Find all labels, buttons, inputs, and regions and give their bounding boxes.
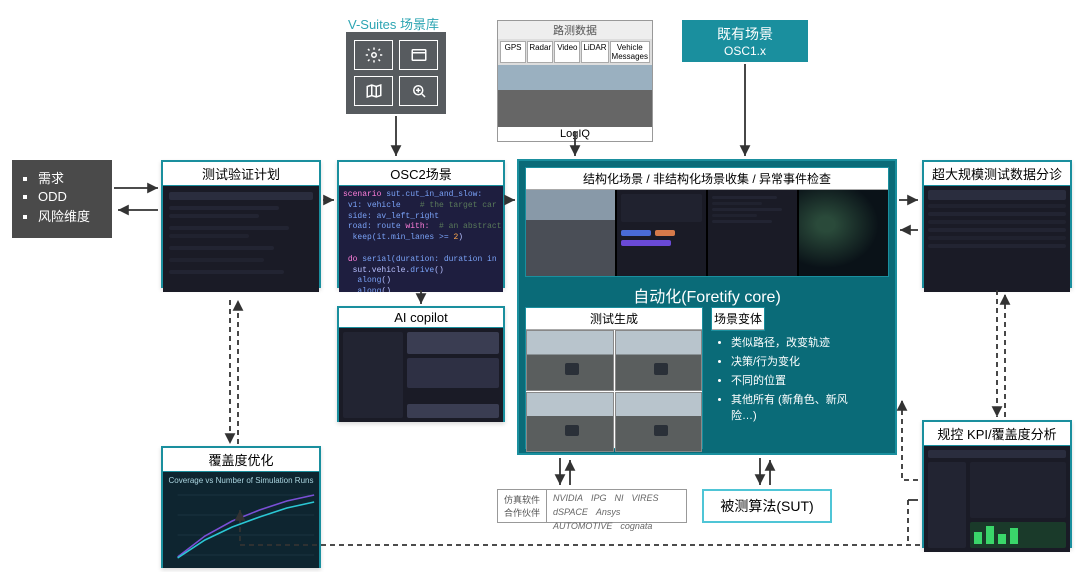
scenario-card-icon <box>399 40 438 70</box>
road-sensor-gps-button[interactable]: GPS <box>500 41 526 63</box>
partners-label: 仿真软件 合作伙伴 <box>498 490 547 522</box>
triage-title: 超大规模测试数据分诊 <box>924 162 1070 186</box>
sim-frame <box>526 392 614 453</box>
simulation-partners-panel: 仿真软件 合作伙伴 NVIDIA IPG NI VIRES dSPACE Ans… <box>497 489 687 523</box>
osc2-title: OSC2场景 <box>339 162 503 186</box>
variant-item: 其他所有 (新角色、新风险…) <box>731 391 871 423</box>
test-plan-panel: 测试验证计划 <box>161 160 321 288</box>
existing-scenario-line1: 既有场景 <box>717 24 773 44</box>
sut-label: 被测算法(SUT) <box>720 496 813 516</box>
road-sensor-vehiclemsg-button[interactable]: Vehicle Messages <box>610 41 650 63</box>
test-plan-title: 测试验证计划 <box>163 162 319 186</box>
variants-title: 场景变体 <box>712 308 764 330</box>
triage-screenshot <box>924 186 1070 292</box>
structured-road-view <box>526 190 615 276</box>
partner-logo: NVIDIA <box>553 493 583 503</box>
sim-frame <box>615 330 703 391</box>
test-generation-panel: 测试生成 <box>525 307 703 449</box>
coverage-chart: Coverage vs Number of Simulation Runs <box>163 472 319 568</box>
ai-copilot-screenshot <box>339 328 503 422</box>
scenario-library-label: V-Suites 场景库 <box>348 14 439 33</box>
structured-sim-view <box>799 190 888 276</box>
road-data-title: 路测数据 <box>498 21 652 39</box>
gear-icon <box>354 40 393 70</box>
road-sensor-video-button[interactable]: Video <box>554 41 580 63</box>
scenario-library-panel <box>346 32 446 114</box>
partner-logo: NI <box>615 493 624 503</box>
existing-scenario-line2: OSC1.x <box>724 44 766 58</box>
road-data-thumbnail <box>498 65 652 127</box>
partners-logos: NVIDIA IPG NI VIRES dSPACE Ansys AUTOMOT… <box>547 490 686 522</box>
sim-frame <box>615 392 703 453</box>
existing-scenario-box: 既有场景 OSC1.x <box>682 20 808 62</box>
foretify-core: 结构化场景 / 非结构化场景收集 / 异常事件检查 自动化(Foretify c… <box>517 159 897 455</box>
variant-item: 不同的位置 <box>731 372 871 388</box>
triage-panel: 超大规模测试数据分诊 <box>922 160 1072 288</box>
input-requirements-box: 需求 ODD 风险维度 <box>12 160 112 238</box>
partner-logo: VIRES <box>632 493 659 503</box>
road-sensor-radar-button[interactable]: Radar <box>527 41 553 63</box>
sim-frame <box>526 330 614 391</box>
variant-item: 类似路径，改变轨迹 <box>731 334 871 350</box>
analysis-icon <box>399 76 438 106</box>
structured-scenario-title: 结构化场景 / 非结构化场景收集 / 异常事件检查 <box>526 168 888 190</box>
ai-copilot-panel: AI copilot <box>337 306 505 422</box>
sut-box: 被测算法(SUT) <box>702 489 832 523</box>
osc2-scenario-panel: OSC2场景 scenario sut.cut_in_and_slow: v1:… <box>337 160 505 288</box>
road-data-footer: LogIQ <box>498 127 652 141</box>
test-plan-screenshot <box>163 186 319 292</box>
road-data-sensor-buttons: GPS Radar Video LiDAR Vehicle Messages <box>498 39 652 65</box>
structured-code-view <box>708 190 797 276</box>
input-item: ODD <box>38 189 98 204</box>
partner-logo: IPG <box>591 493 607 503</box>
coverage-chart-inner-title: Coverage vs Number of Simulation Runs <box>163 472 319 485</box>
map-icon <box>354 76 393 106</box>
structured-scenario-body <box>526 190 888 276</box>
variant-item: 决策/行为变化 <box>731 353 871 369</box>
coverage-opt-title: 覆盖度优化 <box>163 448 319 472</box>
kpi-title: 规控 KPI/覆盖度分析 <box>924 422 1070 446</box>
structured-scenario-panel: 结构化场景 / 非结构化场景收集 / 异常事件检查 <box>525 167 889 277</box>
input-item: 需求 <box>38 168 98 187</box>
partner-logo: Ansys <box>596 507 621 517</box>
road-data-panel: 路测数据 GPS Radar Video LiDAR Vehicle Messa… <box>497 20 653 142</box>
partner-logo: AUTOMOTIVE <box>553 521 612 531</box>
test-gen-grid <box>526 330 702 452</box>
kpi-screenshot <box>924 446 1070 552</box>
structured-timeline-view <box>617 190 706 276</box>
osc2-code-block: scenario sut.cut_in_and_slow: v1: vehicl… <box>339 186 503 292</box>
scenario-variants-panel: 场景变体 纯回放 类似路径，改变轨迹 决策/行为变化 不同的位置 其他所有 (新… <box>711 307 891 434</box>
input-item: 风险维度 <box>38 206 98 225</box>
partner-logo: dSPACE <box>553 507 588 517</box>
test-gen-title: 测试生成 <box>526 308 702 330</box>
road-sensor-lidar-button[interactable]: LiDAR <box>581 41 608 63</box>
coverage-optimization-panel: 覆盖度优化 Coverage vs Number of Simulation R… <box>161 446 321 568</box>
partner-logo: cognata <box>620 521 652 531</box>
kpi-coverage-panel: 规控 KPI/覆盖度分析 <box>922 420 1072 548</box>
ai-copilot-title: AI copilot <box>339 308 503 328</box>
